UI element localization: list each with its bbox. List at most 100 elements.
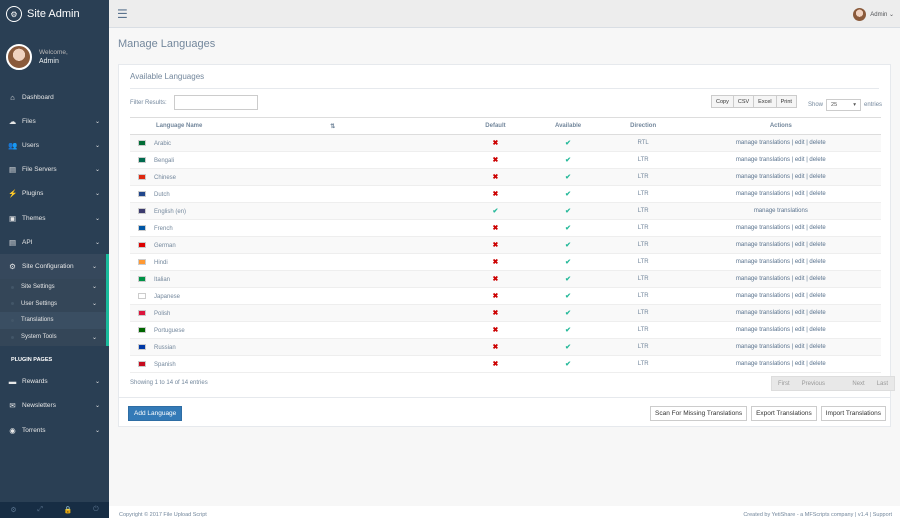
print-button[interactable]: Print (775, 95, 797, 108)
plugin-nav: ▬ Rewards ⌄ ✉ Newsletters ⌄ ◉ Torrents ⌄ (0, 370, 109, 443)
sidebar-item-label: Themes (22, 214, 46, 222)
row-actions[interactable]: manage translations | edit | delete (680, 219, 881, 237)
menu-toggle-icon[interactable]: ☰ (117, 7, 128, 21)
cross-icon: ✖ (492, 225, 499, 232)
sidebar-item-torrents[interactable]: ◉ Torrents ⌄ (0, 418, 109, 442)
chevron-down-icon: ⌄ (94, 215, 100, 222)
site-configuration-submenu: Site Settings ⌄ User Settings ⌄ Translations… (0, 278, 109, 346)
column-header-default[interactable]: Default (460, 117, 531, 135)
column-header-sort[interactable]: ⇅ (310, 117, 461, 135)
table-row: Portuguese ✖ ✔ LTR manage translations | edi… (130, 321, 881, 339)
user-menu[interactable]: Admin ⌄ (853, 8, 894, 21)
row-actions[interactable]: manage translations | edit | delete (680, 168, 881, 186)
row-actions[interactable]: manage translations | edit | delete (680, 253, 881, 271)
sidebar-item-rewards[interactable]: ▬ Rewards ⌄ (0, 370, 109, 394)
power-icon[interactable]: ⏻ (93, 506, 99, 514)
table-row: Chinese ✖ ✔ LTR manage translations | edit |… (130, 168, 881, 186)
row-actions[interactable]: manage translations | edit | delete (680, 134, 881, 152)
export-translations-button[interactable]: Export Translations (751, 406, 817, 421)
sidebar-item-label: Rewards (22, 378, 48, 386)
pagination: First Previous 1 Next Last (771, 376, 896, 391)
add-language-button[interactable]: Add Language (128, 406, 183, 421)
language-name: Spanish (154, 361, 176, 368)
row-actions[interactable]: manage translations | edit | delete (680, 338, 881, 356)
sidebar-item-files[interactable]: ☁ Files ⌄ (0, 109, 109, 133)
flag-icon (138, 224, 146, 231)
row-actions[interactable]: manage translations (680, 202, 881, 220)
sidebar-item-dashboard[interactable]: ⌂ Dashboard (0, 85, 109, 109)
avatar (6, 43, 32, 70)
flag-icon (138, 360, 146, 367)
top-nav: ☰ Admin ⌄ (109, 0, 900, 28)
available-cell: ✔ (530, 219, 606, 237)
row-actions[interactable]: manage translations | edit | delete (680, 236, 881, 254)
direction-cell: LTR (605, 202, 681, 220)
column-header-direction[interactable]: Direction (605, 117, 681, 135)
lock-icon[interactable]: 🔒 (64, 506, 73, 514)
pager-first[interactable]: First (772, 377, 796, 390)
sidebar-item-file-servers[interactable]: ▤ File Servers ⌄ (0, 158, 109, 182)
default-cell: ✖ (460, 287, 531, 305)
panel-title: Available Languages (130, 72, 205, 81)
page-size-select[interactable]: 25 ▾ (826, 99, 862, 111)
submenu-item-user-settings[interactable]: User Settings ⌄ (0, 295, 106, 312)
table-row: Russian ✖ ✔ LTR manage translations | edit |… (130, 338, 881, 356)
submenu-item-translations[interactable]: Translations (0, 312, 106, 329)
sidebar-item-newsletters[interactable]: ✉ Newsletters ⌄ (0, 394, 109, 418)
table-body: Arabic ✖ ✔ RTL manage translations | edit | … (130, 134, 881, 373)
row-actions[interactable]: manage translations | edit | delete (680, 270, 881, 288)
pager-previous[interactable]: Previous (796, 377, 831, 390)
language-name-cell: Russian (130, 338, 461, 356)
check-icon: ✔ (565, 174, 571, 181)
languages-panel: Available Languages Filter Results: Copy… (118, 64, 896, 424)
available-cell: ✔ (530, 236, 606, 254)
sidebar-item-site-configuration[interactable]: ⚙ Site Configuration ⌄ (0, 254, 109, 279)
row-actions[interactable]: manage translations | edit | delete (680, 355, 881, 373)
page-footer: Copyright © 2017 File Upload Script Crea… (109, 506, 900, 518)
row-actions[interactable]: manage translations | edit | delete (680, 287, 881, 305)
column-header-actions[interactable]: Actions (680, 117, 881, 135)
copy-button[interactable]: Copy (711, 95, 734, 108)
sidebar-item-api[interactable]: ▤ API ⌄ (0, 230, 109, 254)
direction-cell: LTR (605, 338, 681, 356)
csv-button[interactable]: CSV (732, 95, 755, 108)
language-name: Russian (154, 344, 176, 351)
sidebar-item-label: Users (22, 141, 39, 149)
pager-next[interactable]: Next (846, 377, 870, 390)
pager-1[interactable]: 1 (831, 377, 846, 390)
settings-icon[interactable]: ⚙ (10, 506, 16, 514)
submenu-item-site-settings[interactable]: Site Settings ⌄ (0, 279, 106, 296)
check-icon: ✔ (492, 208, 499, 215)
default-cell: ✖ (460, 168, 531, 186)
language-name: Japanese (154, 293, 181, 300)
sidebar-item-users[interactable]: 👥 Users ⌄ (0, 133, 109, 157)
flag-icon (138, 258, 146, 265)
sidebar-item-plugins[interactable]: ⚡ Plugins ⌄ (0, 182, 109, 206)
filter-label: Filter Results: (130, 100, 167, 106)
brand-title: Site Admin (27, 8, 80, 20)
row-actions[interactable]: manage translations | edit | delete (680, 321, 881, 339)
cross-icon: ✖ (492, 157, 499, 164)
language-name: German (154, 242, 176, 249)
submenu-item-system-tools[interactable]: System Tools ⌄ (0, 329, 106, 346)
cross-icon: ✖ (492, 276, 499, 283)
filter-input[interactable] (174, 95, 258, 110)
check-icon: ✔ (565, 361, 571, 368)
pager-last[interactable]: Last (871, 377, 894, 390)
row-actions[interactable]: manage translations | edit | delete (680, 151, 881, 169)
import-translations-button[interactable]: Import Translations (820, 406, 886, 421)
check-icon: ✔ (565, 208, 571, 215)
language-name: Bengali (154, 157, 175, 164)
sidebar: ⚙ Site Admin Welcome, Admin ⌂ Dashboard ☁ F… (0, 0, 109, 518)
column-header-language-name[interactable]: Language Name (130, 117, 311, 135)
available-cell: ✔ (530, 253, 606, 271)
submenu-item-label: Site Settings (21, 283, 55, 290)
sidebar-item-themes[interactable]: ▣ Themes ⌄ (0, 206, 109, 230)
column-header-available[interactable]: Available (530, 117, 606, 135)
brand[interactable]: ⚙ Site Admin (0, 0, 109, 28)
row-actions[interactable]: manage translations | edit | delete (680, 304, 881, 322)
excel-button[interactable]: Excel (753, 95, 777, 108)
fullscreen-icon[interactable]: ⤢ (37, 506, 43, 514)
scan-missing-translations-button[interactable]: Scan For Missing Translations (650, 406, 748, 421)
row-actions[interactable]: manage translations | edit | delete (680, 185, 881, 203)
